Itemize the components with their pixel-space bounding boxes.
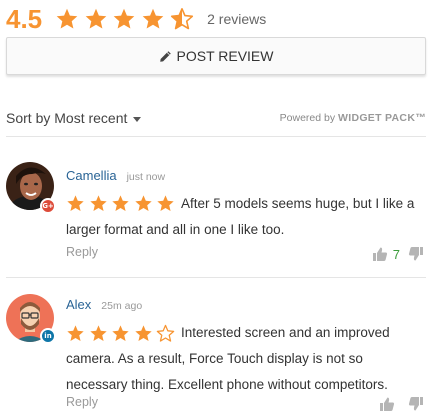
average-rating: 4.5	[6, 3, 43, 34]
rating-summary: 4.5 2 reviews	[6, 4, 266, 34]
star-full-icon	[142, 8, 164, 29]
review-votes: 7	[372, 246, 424, 262]
thumbs-down-icon[interactable]	[408, 396, 424, 412]
divider	[6, 136, 426, 137]
star-full-icon	[114, 8, 135, 29]
google-plus-icon: G+	[40, 198, 56, 214]
review-time: just now	[126, 171, 166, 183]
review-time: 25m ago	[101, 300, 143, 312]
thumbs-up-icon[interactable]	[379, 396, 395, 412]
summary-stars	[55, 7, 198, 31]
powered-by[interactable]: Powered by WIDGET PACK™	[280, 112, 426, 124]
reply-link[interactable]: Reply	[66, 245, 98, 259]
pencil-icon	[159, 50, 171, 62]
reviewer-name[interactable]: Alex 25m ago	[66, 297, 142, 312]
review-text: After 5 models seems huge, but I like a …	[66, 196, 415, 237]
star-full-icon	[85, 8, 107, 29]
thumbs-down-icon[interactable]	[408, 246, 424, 262]
review-text: Interested screen and an improved camera…	[66, 325, 390, 392]
likes-count: 7	[392, 246, 400, 262]
chevron-down-icon	[133, 116, 142, 122]
star-full-icon	[56, 8, 78, 29]
divider	[6, 277, 426, 278]
post-review-label: POST REVIEW	[176, 48, 274, 64]
reviews-count: 2 reviews	[207, 11, 267, 27]
reply-link[interactable]: Reply	[66, 395, 98, 409]
linkedin-icon: in	[40, 328, 56, 344]
reviewer-name[interactable]: Camellia just now	[66, 168, 165, 183]
sort-dropdown[interactable]: Sort by Most recent	[6, 110, 142, 126]
star-half-icon	[170, 8, 193, 30]
sort-bar: Sort by Most recent Powered by WIDGET PA…	[6, 108, 426, 128]
review-item: G+ Camellia just now After 5 models seems…	[6, 162, 426, 272]
review-votes	[379, 396, 424, 412]
powered-brand: WIDGET PACK™	[338, 112, 426, 124]
thumbs-up-icon[interactable]	[372, 246, 388, 262]
review-item: in Alex 25m ago Interested screen and an …	[6, 294, 426, 420]
sort-label: Sort by Most recent	[6, 110, 128, 126]
post-review-button[interactable]: POST REVIEW	[6, 37, 426, 75]
powered-prefix: Powered by	[279, 112, 336, 124]
